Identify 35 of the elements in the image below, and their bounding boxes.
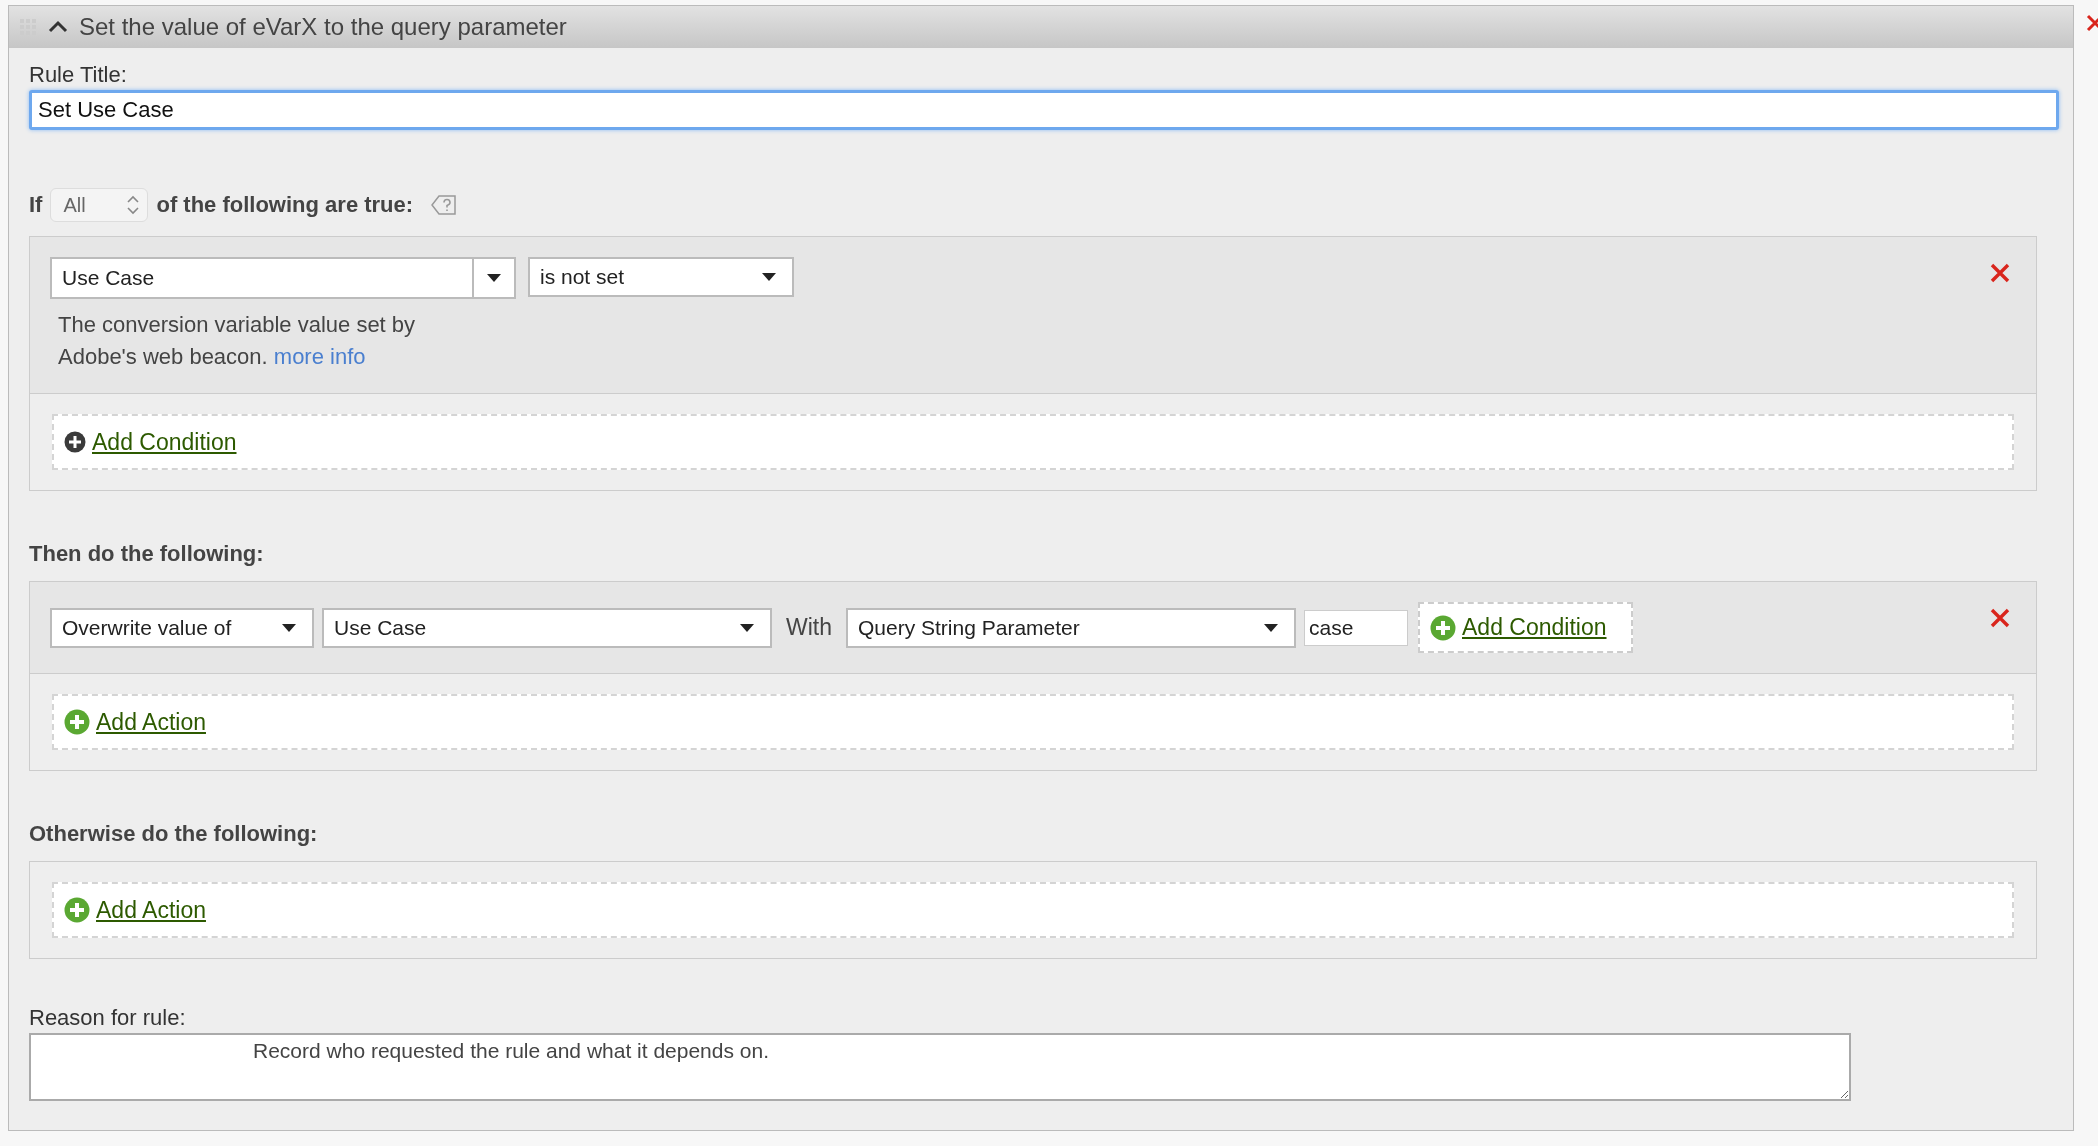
action-dropdown[interactable]: Overwrite value of	[50, 607, 314, 648]
match-select[interactable]: All	[50, 188, 149, 222]
variable-dropdown[interactable]: Use Case	[50, 257, 516, 299]
caret-icon	[740, 623, 754, 632]
delete-icon[interactable]	[1990, 608, 2010, 628]
field-label: Rule Title:	[29, 62, 128, 88]
condition-prefix: If	[29, 192, 43, 218]
plus-icon	[1430, 614, 1456, 641]
condition-suffix: of the following are true:	[156, 192, 414, 218]
plus-icon	[64, 709, 90, 735]
section-heading: Then do the following:	[29, 541, 265, 567]
plus-icon	[64, 897, 90, 923]
stepper-icon	[127, 195, 140, 215]
caret-icon	[282, 623, 296, 632]
caret-icon	[1264, 623, 1278, 632]
with-label: With	[786, 614, 832, 641]
add-condition-link[interactable]: Add Condition	[1462, 614, 1607, 641]
variable-description: The conversion variable value set by Adobe's web beacon. more info	[58, 311, 417, 371]
variable-dropdown[interactable]: Use Case	[322, 607, 772, 648]
add-action-link[interactable]: Add Action	[96, 896, 206, 924]
operator-dropdown[interactable]: is not set	[528, 257, 794, 297]
panel-title: Set the value of eVarX to the query parameter	[79, 13, 567, 41]
add-condition-link[interactable]: Add Condition	[92, 428, 237, 456]
section-heading: Otherwise do the following:	[29, 821, 319, 847]
help-icon[interactable]	[431, 194, 458, 216]
delete-icon[interactable]	[1990, 263, 2010, 283]
plus-icon	[64, 431, 86, 453]
caret-icon	[762, 273, 776, 281]
caret-icon	[487, 274, 501, 282]
reason-field[interactable]: Record who requested the rule and what it depends on.	[29, 1033, 1851, 1101]
field-label: Reason for rule:	[29, 1005, 187, 1031]
source-dropdown[interactable]: Query String Parameter	[846, 607, 1296, 648]
parameter-field[interactable]: case	[1304, 609, 1408, 646]
rule-title-field[interactable]: Set Use Case	[29, 90, 2059, 130]
add-action-link[interactable]: Add Action	[96, 708, 206, 736]
